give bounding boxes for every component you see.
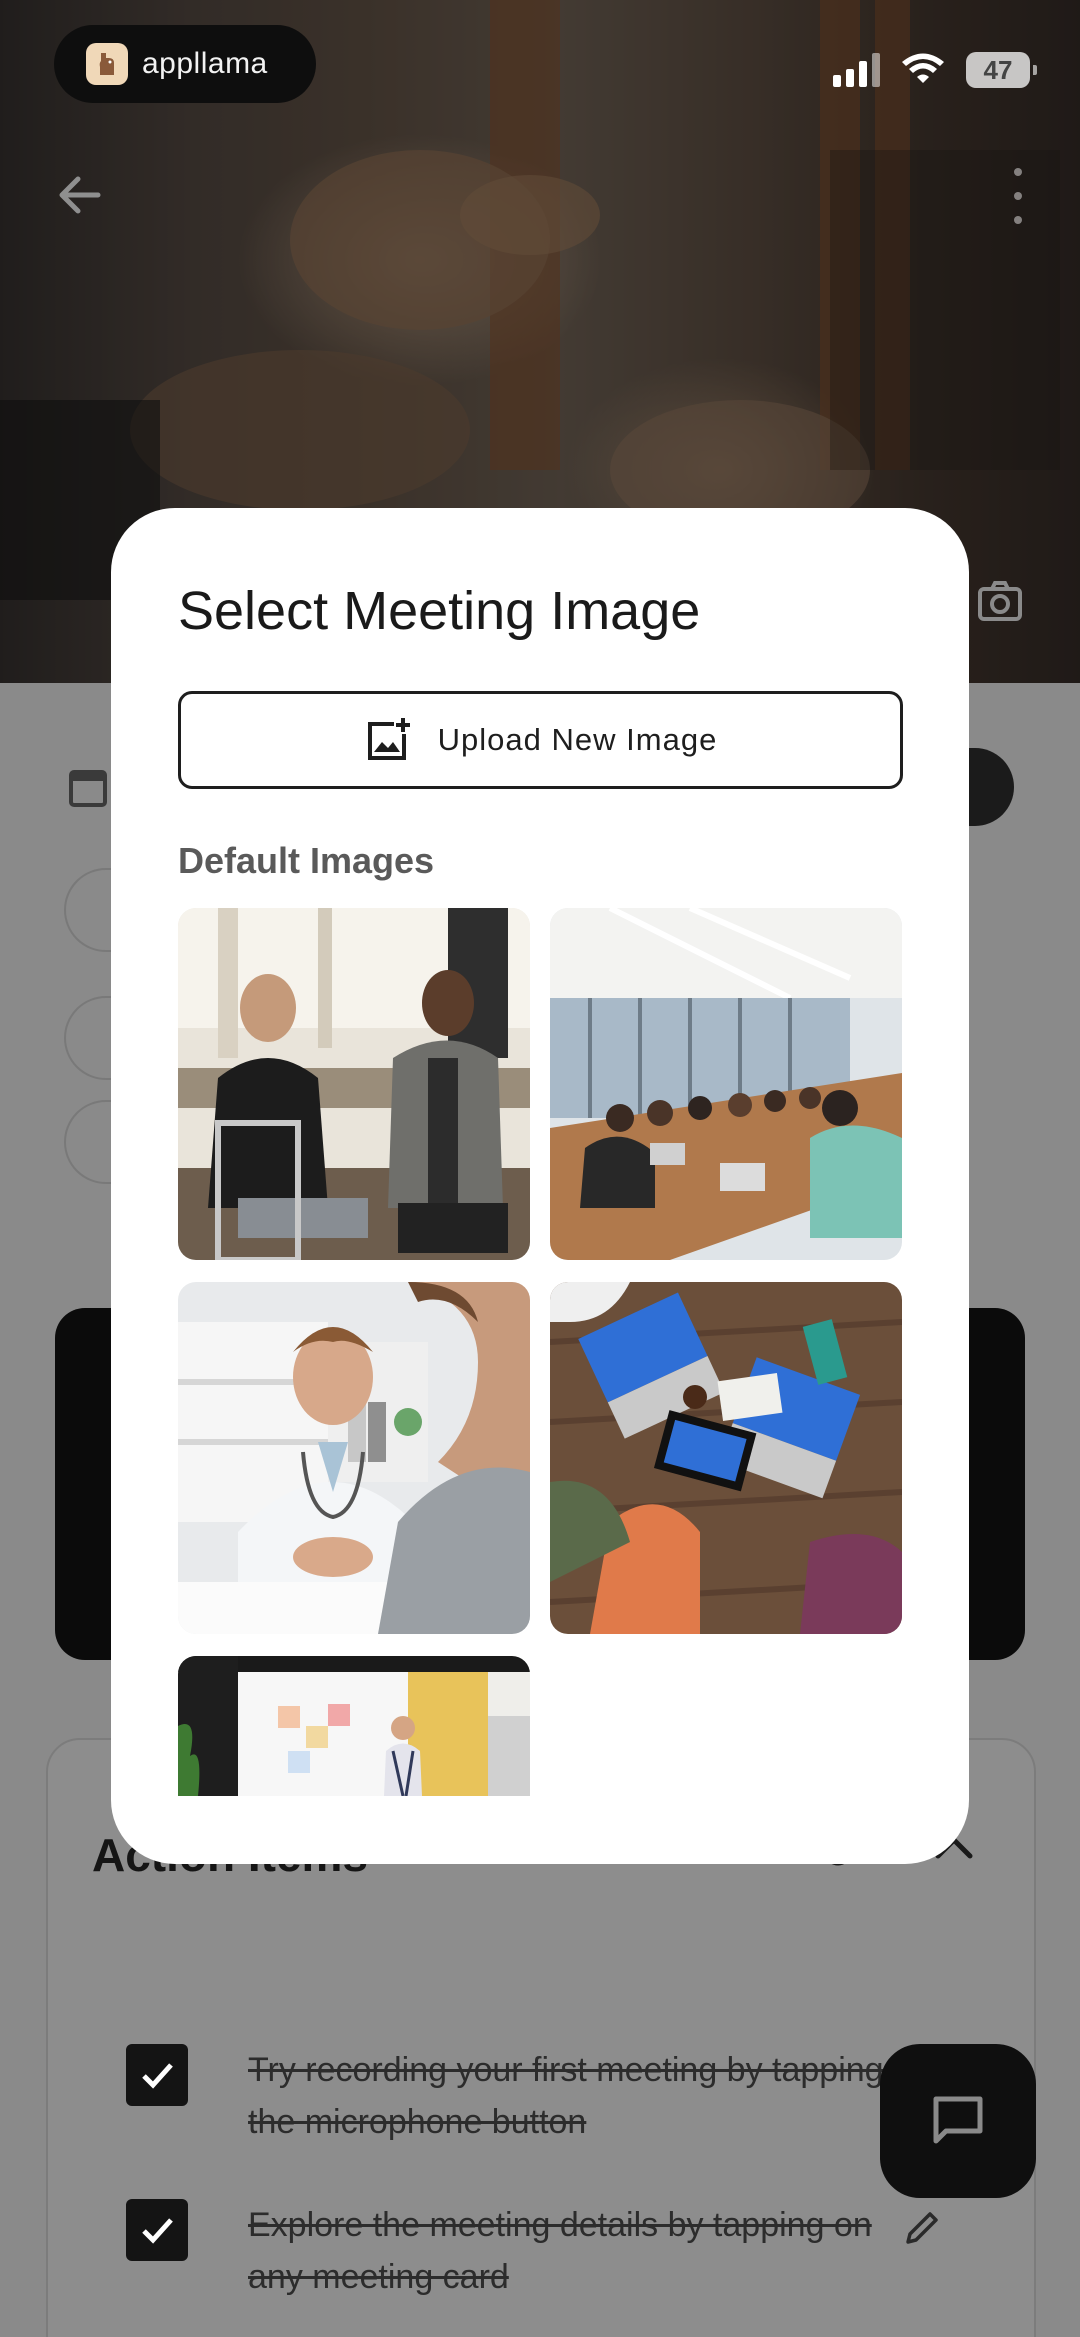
back-arrow-icon[interactable]: [54, 170, 104, 220]
default-image-doctor[interactable]: [178, 1282, 530, 1634]
default-image-whiteboard[interactable]: [178, 1656, 530, 1796]
camera-icon[interactable]: [975, 577, 1025, 627]
check-icon: [142, 2063, 173, 2089]
wifi-icon: [902, 53, 944, 83]
battery-level: 47: [983, 54, 1013, 85]
checkbox-checked[interactable]: [126, 2199, 188, 2261]
upload-button-label: Upload New Image: [437, 722, 718, 757]
checkbox-checked[interactable]: [126, 2044, 188, 2106]
status-indicators: 47: [833, 52, 1037, 88]
check-icon: [142, 2218, 173, 2244]
upload-new-image-button[interactable]: Upload New Image: [178, 691, 903, 789]
todo-item[interactable]: Explore the meeting details by tapping o…: [126, 2199, 888, 2303]
default-image-conference-room[interactable]: [550, 908, 902, 1260]
cellular-signal-icon: [833, 53, 880, 87]
calendar-icon: [69, 770, 107, 807]
add-photo-icon: [367, 718, 410, 760]
app-brand-pill: appllama: [54, 25, 316, 103]
chat-bubble-icon: [933, 2096, 983, 2144]
todo-text: Try recording your first meeting by tapp…: [248, 2051, 884, 2141]
battery-indicator: 47: [966, 52, 1037, 88]
default-image-laptops-overhead[interactable]: [550, 1282, 902, 1634]
todo-text: Explore the meeting details by tapping o…: [248, 2206, 872, 2296]
default-image-conversation[interactable]: [178, 908, 530, 1260]
select-image-dialog: Select Meeting Image Upload New Image De…: [111, 508, 969, 1864]
default-images-heading: Default Images: [178, 840, 435, 881]
dialog-title: Select Meeting Image: [178, 581, 701, 641]
more-options-icon[interactable]: [1008, 168, 1028, 224]
todo-item[interactable]: Try recording your first meeting by tapp…: [126, 2044, 888, 2148]
edit-pencil-icon[interactable]: [902, 2208, 942, 2248]
chat-fab-button[interactable]: [880, 2044, 1036, 2198]
brand-name: appllama: [142, 47, 268, 80]
llama-logo-icon: [86, 43, 128, 85]
